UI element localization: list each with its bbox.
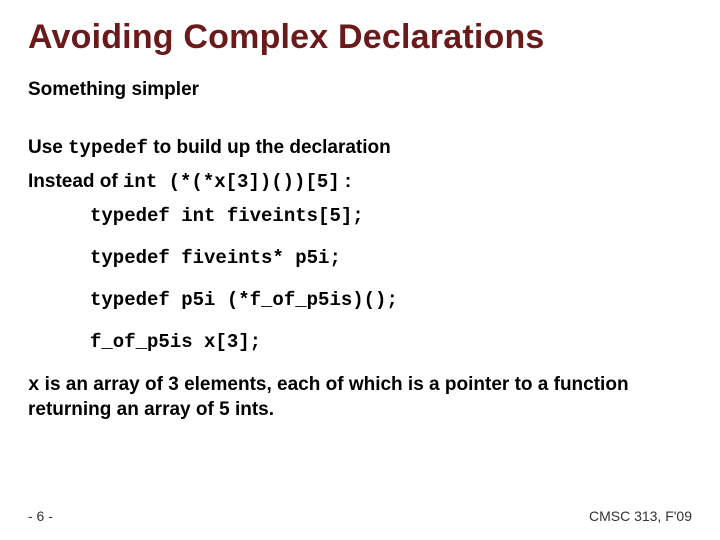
- code-line-2: typedef fiveints* p5i;: [90, 247, 692, 269]
- code-line-3: typedef p5i (*f_of_p5is)();: [90, 289, 692, 311]
- page-number: - 6 -: [28, 508, 53, 524]
- use-post: to build up the declaration: [148, 137, 391, 158]
- code-line-1: typedef int fiveints[5];: [90, 205, 692, 227]
- instead-code: int (*(*x[3])())[5]: [123, 171, 340, 193]
- instead-pre: Instead of: [28, 171, 123, 192]
- course-code: CMSC 313, F'09: [589, 508, 692, 524]
- code-block: typedef int fiveints[5]; typedef fiveint…: [90, 205, 692, 353]
- instead-line: Instead of int (*(*x[3])())[5] :: [28, 171, 692, 193]
- explain-var: x: [28, 374, 39, 396]
- slide: Avoiding Complex Declarations Something …: [0, 0, 720, 540]
- typedef-keyword: typedef: [68, 137, 148, 159]
- slide-title: Avoiding Complex Declarations: [28, 18, 692, 57]
- use-pre: Use: [28, 137, 68, 158]
- explanation: x is an array of 3 elements, each of whi…: [28, 373, 692, 422]
- code-line-4: f_of_p5is x[3];: [90, 331, 692, 353]
- use-line: Use typedef to build up the declaration: [28, 137, 692, 159]
- explain-rest: is an array of 3 elements, each of which…: [28, 374, 629, 420]
- instead-post: :: [340, 171, 352, 192]
- slide-subtitle: Something simpler: [28, 79, 692, 101]
